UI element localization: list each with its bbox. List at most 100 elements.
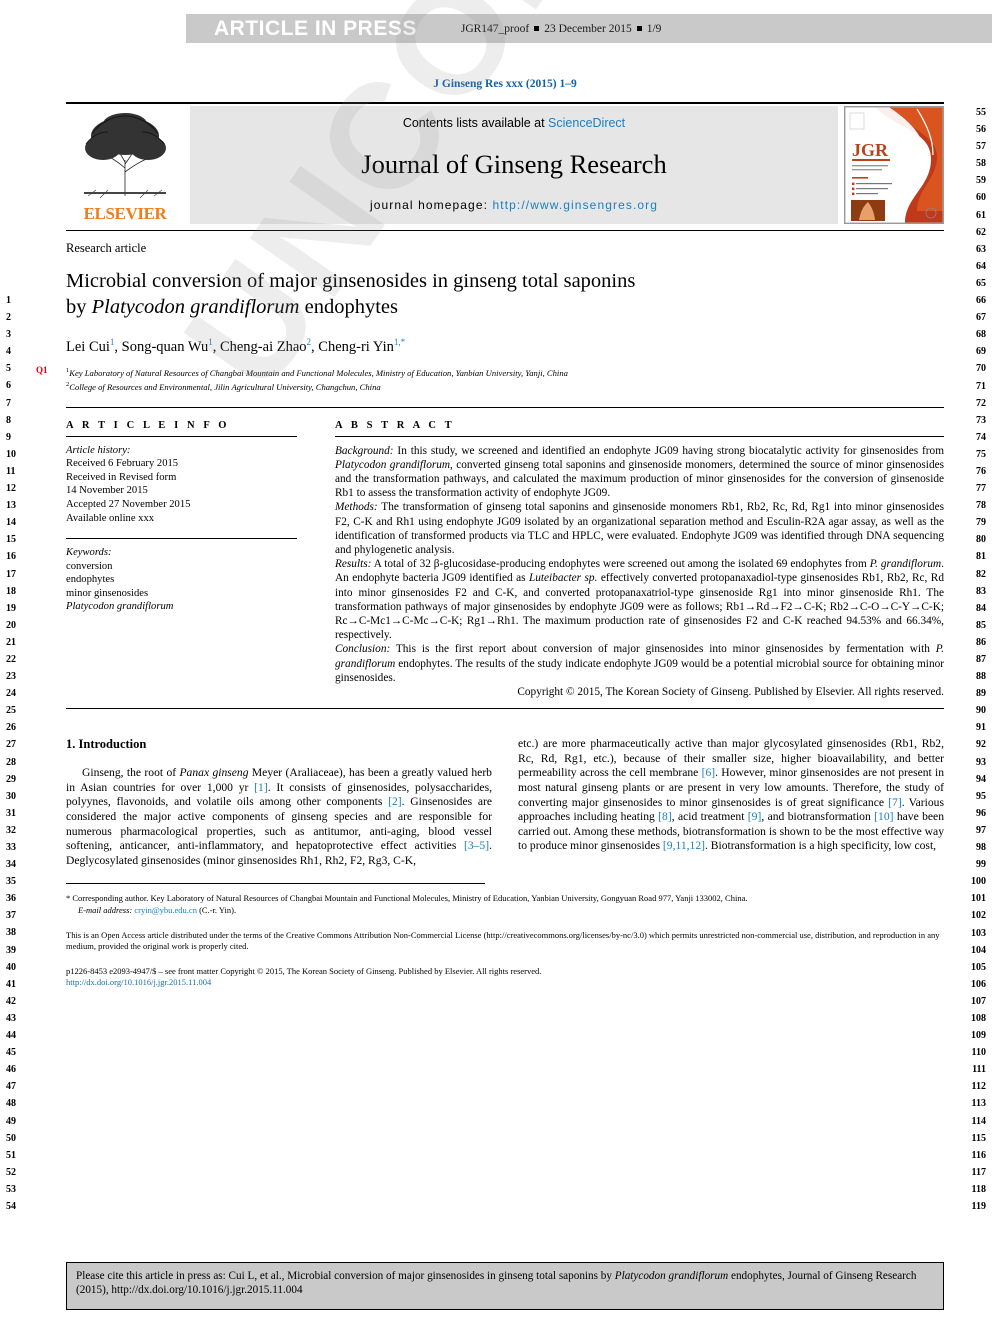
line-number: 3 — [6, 329, 11, 341]
introduction-right-text: etc.) are more pharmaceutically active t… — [518, 737, 944, 853]
line-number: 9 — [6, 431, 11, 443]
line-number: 110 — [971, 1047, 986, 1059]
cite-this-article-box: Please cite this article in press as: Cu… — [66, 1262, 944, 1310]
author-name[interactable]: Cheng-ai Zhao — [220, 339, 307, 355]
line-number: 4 — [6, 346, 11, 358]
line-number: 114 — [971, 1115, 986, 1127]
line-number: 75 — [976, 448, 986, 460]
cover-artwork-icon: JGR — [845, 107, 943, 223]
article-history-block: Article history: Received 6 February 201… — [66, 444, 297, 526]
abstract-methods-label: Methods: — [335, 501, 378, 514]
line-number: 33 — [6, 842, 16, 853]
line-number: 41 — [6, 978, 16, 990]
abstract-background-label: Background: — [335, 444, 394, 457]
line-number: 71 — [976, 380, 986, 392]
line-number: 2 — [6, 312, 11, 324]
journal-masthead: ELSEVIER Contents lists available at Sci… — [66, 106, 944, 224]
footnotes-region: * Corresponding author. Key Laboratory o… — [66, 893, 944, 988]
line-number: 103 — [971, 927, 986, 939]
line-number: 31 — [6, 807, 16, 819]
line-number: 92 — [976, 739, 986, 751]
svg-text:JGR: JGR — [852, 140, 889, 160]
line-number: 19 — [6, 602, 16, 614]
line-number: 30 — [6, 790, 16, 802]
line-number: 27 — [6, 739, 16, 751]
affiliation-list: 1Key Laboratory of Natural Resources of … — [66, 365, 944, 394]
line-number: 49 — [6, 1115, 16, 1127]
line-number: 67 — [976, 312, 986, 324]
history-item: Received in Revised form — [66, 471, 177, 483]
journal-title: Journal of Ginseng Research — [361, 148, 667, 179]
history-item: 14 November 2015 — [66, 485, 148, 497]
line-number: 84 — [976, 602, 986, 614]
line-number: 96 — [976, 807, 986, 819]
line-number: 23 — [6, 671, 16, 683]
title-line-2-prefix: by — [66, 296, 92, 318]
line-number: 94 — [976, 773, 986, 785]
keywords-block: Keywords: conversion endophytes minor gi… — [66, 546, 297, 614]
body-two-column-region: 1. Introduction Ginseng, the root of Pan… — [66, 737, 944, 868]
author-affil-marker: 1,* — [393, 337, 406, 347]
homepage-link[interactable]: http://www.ginsengres.org — [492, 198, 658, 212]
line-number: 78 — [976, 500, 986, 512]
email-link[interactable]: cryin@ybu.edu.cn — [134, 905, 197, 915]
line-number: 15 — [6, 534, 16, 546]
cite-species: Platycodon grandiflorum — [614, 1270, 729, 1282]
article-info-column: A R T I C L E I N F O Article history: R… — [66, 420, 315, 700]
line-number: 99 — [976, 859, 986, 871]
body-right-column: etc.) are more pharmaceutically active t… — [518, 737, 944, 868]
abstract-conclusion-text: This is the first report about conversio… — [335, 643, 944, 684]
author-sep: , — [212, 338, 220, 355]
doi-link[interactable]: http://dx.doi.org/10.1016/j.jgr.2015.11.… — [66, 977, 944, 988]
abstract-bottom-rule — [66, 708, 944, 710]
article-info-heading: A R T I C L E I N F O — [66, 419, 230, 431]
line-number: 108 — [971, 1012, 986, 1024]
abstract-copyright: Copyright © 2015, The Korean Society of … — [517, 686, 944, 698]
keyword-item: Platycodon grandiflorum — [66, 601, 174, 613]
body-left-column: 1. Introduction Ginseng, the root of Pan… — [66, 737, 492, 868]
line-number: 40 — [6, 961, 16, 973]
author-name[interactable]: Song-quan Wu — [122, 339, 209, 355]
abstract-column: A B S T R A C T Background: In this stud… — [315, 420, 944, 700]
keywords-rule — [66, 538, 297, 540]
abstract-results-label: Results: — [335, 558, 372, 571]
journal-homepage-line: journal homepage: http://www.ginsengres.… — [370, 198, 658, 212]
abstract-body: Background: In this study, we screened a… — [335, 444, 944, 700]
issn-copyright-note: p1226-8453 e2093-4947/$ – see front matt… — [66, 966, 542, 977]
line-number: 109 — [971, 1030, 986, 1042]
email-attribution: (C.-r. Yin). — [199, 904, 237, 915]
line-number: 115 — [971, 1132, 986, 1144]
line-number: 113 — [971, 1098, 986, 1110]
introduction-left-text: Ginseng, the root of Panax ginseng Meyer… — [66, 766, 492, 867]
line-number: 90 — [976, 705, 986, 717]
author-name[interactable]: Cheng-ri Yin — [318, 339, 394, 355]
line-number: 61 — [976, 209, 986, 221]
title-line-2-suffix: endophytes — [299, 296, 398, 318]
line-number: 29 — [6, 773, 16, 785]
line-number: 44 — [6, 1030, 16, 1042]
affil-text: Key Laboratory of Natural Resources of C… — [69, 367, 568, 378]
line-number: 106 — [971, 978, 986, 990]
keywords-label: Keywords: — [66, 547, 112, 559]
line-number: 32 — [6, 824, 16, 836]
section-heading-introduction: 1. Introduction — [66, 737, 147, 752]
line-number: 53 — [6, 1183, 16, 1195]
elsevier-tree-icon — [84, 113, 166, 199]
line-number: 11 — [6, 465, 16, 477]
line-number: 83 — [976, 585, 986, 597]
author-name[interactable]: Lei Cui — [66, 339, 110, 355]
cite-prefix: Please cite this article in press as: Cu… — [76, 1270, 615, 1282]
elsevier-wordmark: ELSEVIER — [83, 204, 167, 223]
query-marker-q1[interactable]: Q1 — [36, 365, 48, 375]
abstract-background-text: In this study, we screened and identifie… — [335, 444, 944, 500]
abstract-conclusion-label: Conclusion: — [335, 643, 391, 656]
history-item: Received 6 February 2015 — [66, 458, 179, 470]
journal-contents-box: Contents lists available at ScienceDirec… — [190, 106, 838, 224]
line-number: 39 — [6, 944, 16, 956]
line-number: 68 — [976, 329, 986, 341]
sciencedirect-link[interactable]: ScienceDirect — [548, 116, 625, 130]
line-number: 58 — [976, 158, 986, 170]
line-number: 100 — [971, 876, 986, 888]
line-number: 91 — [976, 722, 986, 734]
abstract-heading: A B S T R A C T — [335, 419, 455, 431]
